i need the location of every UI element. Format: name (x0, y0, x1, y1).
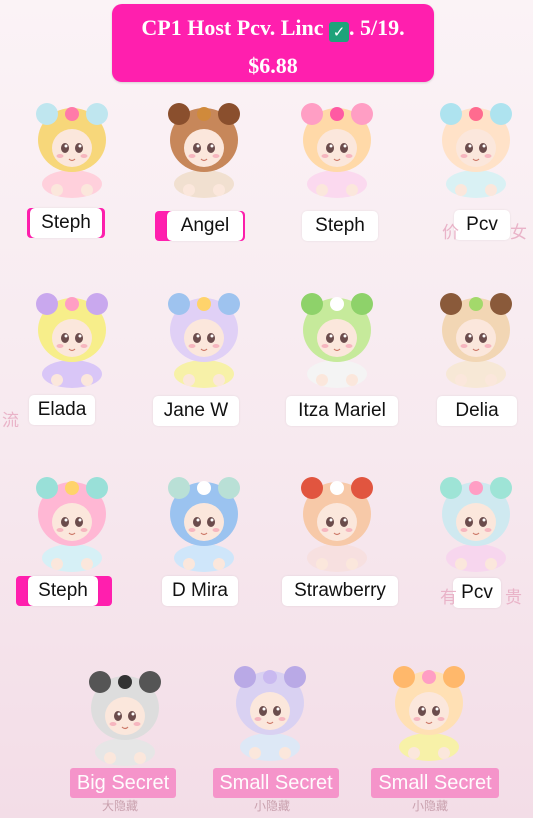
secret-figure-illustration (233, 665, 307, 762)
figure-name-label: Pcv (454, 210, 510, 240)
ghost-text: 价 (442, 223, 460, 242)
secret-label: Small Secret (371, 768, 499, 798)
ghost-text: 有 (440, 588, 458, 607)
secret-figure-illustration (392, 665, 466, 762)
figure-name-label: Pcv (453, 578, 501, 608)
header-title-tail: . 5/19. (348, 15, 405, 40)
secret-sublabel: 大隐藏 (101, 799, 138, 813)
header-title: CP1 Host Pcv. Linc (141, 15, 324, 40)
figure-illustration (35, 292, 109, 389)
secret-sublabel: 小隐藏 (411, 799, 448, 813)
secret-figure-illustration (88, 670, 162, 767)
header-price: $6.88 (248, 53, 298, 78)
figure-name-label: Itza Mariel (286, 396, 398, 426)
figure-name-label: Steph (28, 576, 98, 606)
figure-illustration (35, 102, 109, 199)
figure-name-label: Elada (29, 395, 95, 425)
figure-illustration (300, 102, 374, 199)
figure-illustration (35, 476, 109, 573)
figure-name-label: Strawberry (282, 576, 398, 606)
ghost-text: 流 (2, 411, 20, 430)
ghost-text: 贵 (505, 588, 523, 607)
figure-illustration (439, 476, 513, 573)
figure-illustration (167, 292, 241, 389)
check-icon: ✓ (328, 22, 349, 42)
price-header: CP1 Host Pcv. Linc ✓. 5/19. $6.88 (112, 4, 434, 82)
figure-name-label: Delia (437, 396, 517, 426)
secret-label: Big Secret (70, 768, 176, 798)
figure-name-label: D Mira (162, 576, 238, 606)
ghost-text: 女 (510, 223, 528, 242)
figure-name-label: Jane W (153, 396, 239, 426)
figure-illustration (167, 102, 241, 199)
figure-illustration (300, 292, 374, 389)
figure-illustration (439, 292, 513, 389)
figure-illustration (300, 476, 374, 573)
secret-label: Small Secret (213, 768, 339, 798)
figure-name-label: Angel (167, 211, 243, 241)
figure-name-label: Steph (30, 208, 102, 238)
figure-illustration (167, 476, 241, 573)
secret-sublabel: 小隐藏 (253, 799, 290, 813)
figure-name-label: Steph (302, 211, 378, 241)
figure-illustration (439, 102, 513, 199)
